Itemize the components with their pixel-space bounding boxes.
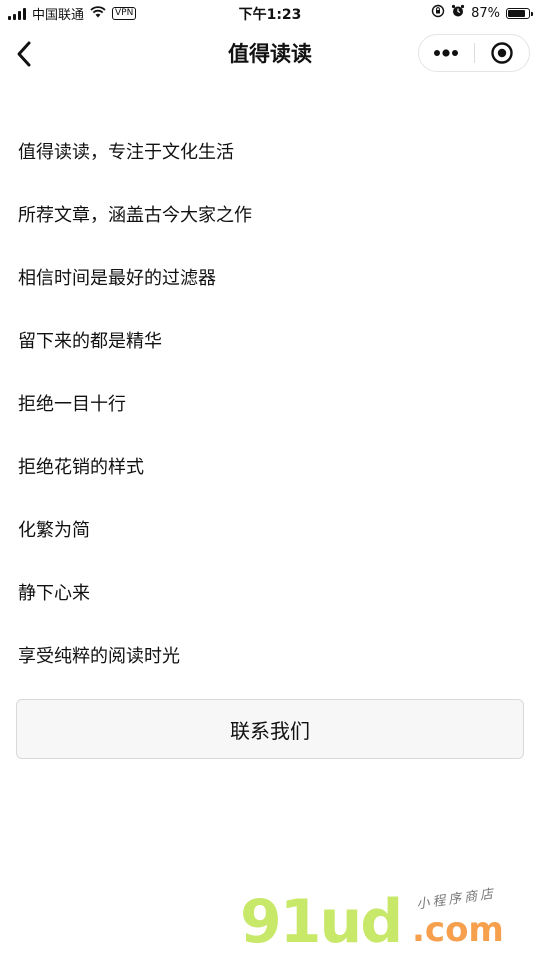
intro-text-list: 值得读读，专注于文化生活 所荐文章，涵盖古今大家之作 相信时间是最好的过滤器 留… [18,133,522,700]
intro-line: 化繁为简 [18,520,90,541]
more-button[interactable] [419,35,474,71]
watermark-logo: 91ud .com 小程序商店 [240,886,530,957]
intro-line: 静下心来 [18,583,90,604]
watermark-domain: .com [412,910,504,950]
intro-line: 相信时间是最好的过滤器 [18,268,216,289]
rotation-lock-icon [431,4,445,22]
status-right: 87% [431,4,533,22]
battery-percent: 87% [471,5,500,21]
target-circle-icon [491,42,513,64]
more-dots-icon [434,49,459,57]
watermark-tagline: 小程序商店 [415,886,497,913]
watermark-brand: 91ud [240,887,403,957]
alarm-icon [451,4,465,22]
intro-line: 享受纯粹的阅读时光 [18,646,180,667]
capsule-menu [418,34,530,72]
contact-us-button[interactable]: 联系我们 [16,699,524,759]
intro-line: 拒绝一目十行 [18,394,126,415]
intro-line: 所荐文章，涵盖古今大家之作 [18,205,252,226]
nav-bar: 值得读读 [0,28,540,80]
intro-line: 拒绝花销的样式 [18,457,144,478]
intro-line: 留下来的都是精华 [18,331,162,352]
battery-icon [506,7,533,19]
intro-line: 值得读读，专注于文化生活 [18,142,234,163]
battery-fill [508,9,526,17]
status-bar: 中国联通 VPN 下午1:23 87% [0,0,540,28]
close-miniprogram-button[interactable] [475,35,530,71]
